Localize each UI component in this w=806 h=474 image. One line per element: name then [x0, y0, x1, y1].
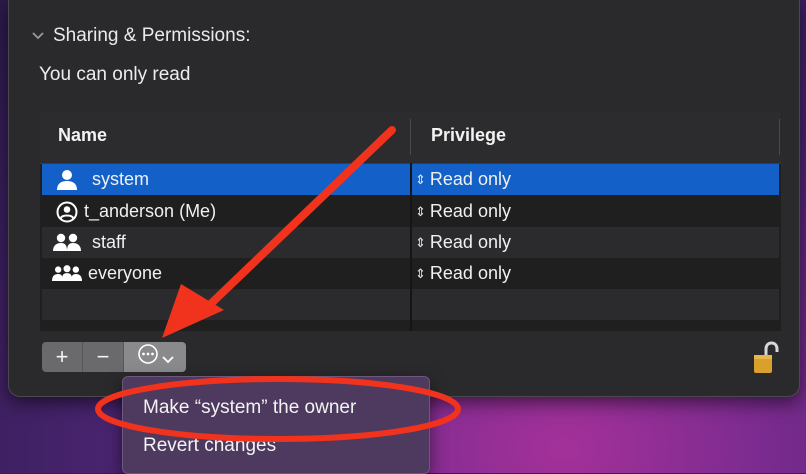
user-circle-icon: [52, 201, 82, 223]
table-header: Name Privilege: [40, 111, 781, 164]
sharing-permissions-header[interactable]: Sharing & Permissions:: [31, 22, 250, 50]
permission-note: You can only read: [39, 64, 191, 85]
column-header-name[interactable]: Name: [58, 125, 107, 146]
permissions-table: Name Privilege system ⇕ Read only t_ande…: [40, 111, 781, 331]
group-users-icon: [52, 263, 82, 285]
ellipsis-circle-icon: [137, 343, 159, 371]
menu-item-make-owner[interactable]: Make “system” the owner: [143, 397, 356, 419]
section-title: Sharing & Permissions:: [53, 25, 251, 46]
single-user-icon: [52, 169, 82, 191]
row-name: system: [92, 169, 150, 189]
remove-button[interactable]: −: [83, 342, 124, 372]
up-down-arrows-icon: ⇕: [415, 203, 426, 219]
action-menu-button[interactable]: [124, 342, 186, 372]
row-privilege: Read only: [429, 232, 511, 252]
minus-icon: −: [96, 344, 110, 369]
add-button[interactable]: +: [42, 342, 83, 372]
menu-item-revert-changes[interactable]: Revert changes: [143, 435, 276, 457]
two-users-icon: [52, 232, 82, 254]
row-name: t_anderson (Me): [84, 201, 217, 221]
permissions-toolbar: + −: [42, 342, 186, 372]
unlocked-lock-icon[interactable]: [753, 341, 779, 375]
up-down-arrows-icon: ⇕: [415, 234, 426, 250]
row-name: staff: [92, 232, 126, 252]
row-name: everyone: [88, 263, 163, 283]
privilege-popup[interactable]: ⇕ Read only: [415, 227, 511, 258]
privilege-popup[interactable]: ⇕ Read only: [415, 258, 511, 289]
action-dropdown-menu: Make “system” the owner Revert changes: [122, 376, 430, 474]
row-privilege: Read only: [429, 169, 511, 189]
info-panel: Sharing & Permissions: You can only read…: [8, 0, 800, 397]
privilege-popup[interactable]: ⇕ Read only: [415, 164, 511, 195]
column-divider: [410, 163, 412, 331]
chevron-down-icon: [161, 344, 174, 370]
column-divider: [779, 119, 780, 155]
privilege-popup[interactable]: ⇕ Read only: [415, 196, 511, 227]
plus-icon: +: [55, 344, 69, 369]
row-privilege: Read only: [429, 201, 511, 221]
up-down-arrows-icon: ⇕: [415, 265, 426, 281]
row-privilege: Read only: [429, 263, 511, 283]
column-header-privilege[interactable]: Privilege: [431, 125, 506, 146]
chevron-down-icon[interactable]: [31, 29, 45, 43]
column-divider: [410, 119, 411, 155]
up-down-arrows-icon: ⇕: [415, 171, 426, 187]
